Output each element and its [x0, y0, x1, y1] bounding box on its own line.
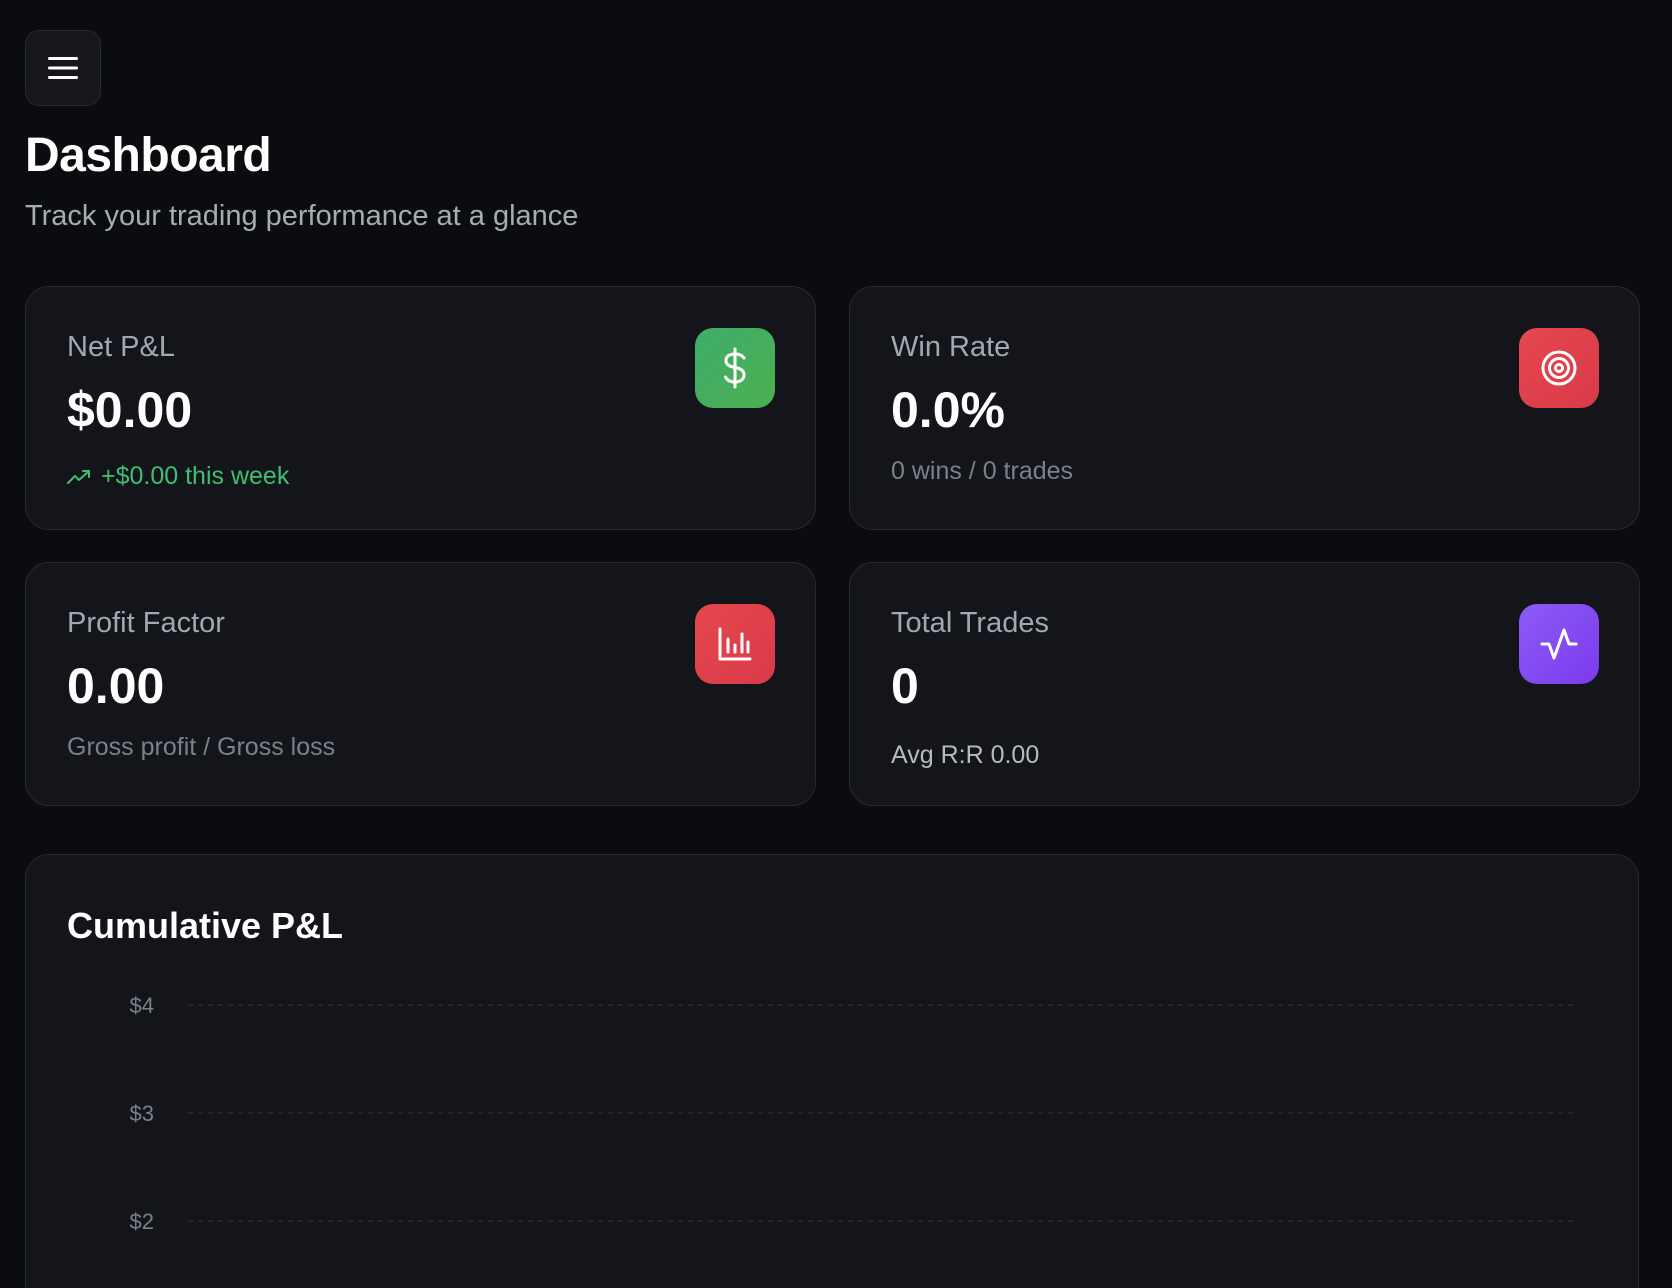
- net-pnl-week-text: +$0.00 this week: [101, 462, 290, 490]
- win-rate-label: Win Rate: [891, 331, 1011, 363]
- profit-factor-label: Profit Factor: [67, 607, 225, 639]
- profit-factor-detail: Gross profit / Gross loss: [67, 733, 336, 761]
- activity-icon: [1540, 628, 1578, 660]
- cumulative-pnl-chart: $4 $3 $2: [130, 993, 1574, 1234]
- net-pnl-value: $0.00: [67, 382, 193, 438]
- net-pnl-week-change: +$0.00 this week: [67, 462, 289, 491]
- win-rate-card: Win Rate 0.0% 0 wins / 0 trades: [849, 286, 1640, 530]
- target-icon: [1541, 350, 1577, 386]
- activity-icon-badge: [1519, 604, 1599, 684]
- win-rate-detail: 0 wins / 0 trades: [891, 457, 1074, 485]
- dollar-icon-badge: [695, 328, 775, 408]
- profit-factor-card: Profit Factor 0.00 Gross profit / Gross …: [25, 562, 816, 806]
- total-trades-label: Total Trades: [891, 607, 1049, 639]
- total-trades-value: 0: [891, 658, 919, 714]
- page-title: Dashboard: [25, 129, 272, 182]
- menu-button[interactable]: [25, 30, 101, 106]
- page-subtitle: Track your trading performance at a glan…: [25, 200, 579, 232]
- trending-up-icon: [67, 469, 90, 484]
- bar-chart-icon-badge: [695, 604, 775, 684]
- win-rate-value: 0.0%: [891, 382, 1005, 438]
- target-icon-badge: [1519, 328, 1599, 408]
- total-trades-card: Total Trades 0 Avg R:R 0.00: [849, 562, 1640, 806]
- menu-icon: [48, 57, 78, 79]
- bar-chart-icon: [718, 627, 752, 661]
- net-pnl-card: Net P&L $0.00 +$0.00 this week: [25, 286, 816, 530]
- y-tick-label: $2: [130, 1209, 154, 1234]
- y-tick-label: $4: [130, 993, 154, 1018]
- dashboard-page: Dashboard Track your trading performance…: [0, 0, 1672, 1288]
- y-tick-label: $3: [130, 1101, 154, 1126]
- profit-factor-value: 0.00: [67, 658, 165, 714]
- dollar-icon: [724, 347, 746, 389]
- net-pnl-label: Net P&L: [67, 331, 175, 363]
- avg-rr-detail: Avg R:R 0.00: [891, 741, 1040, 769]
- cumulative-pnl-card: Cumulative P&L $4 $3 $2: [25, 854, 1639, 1288]
